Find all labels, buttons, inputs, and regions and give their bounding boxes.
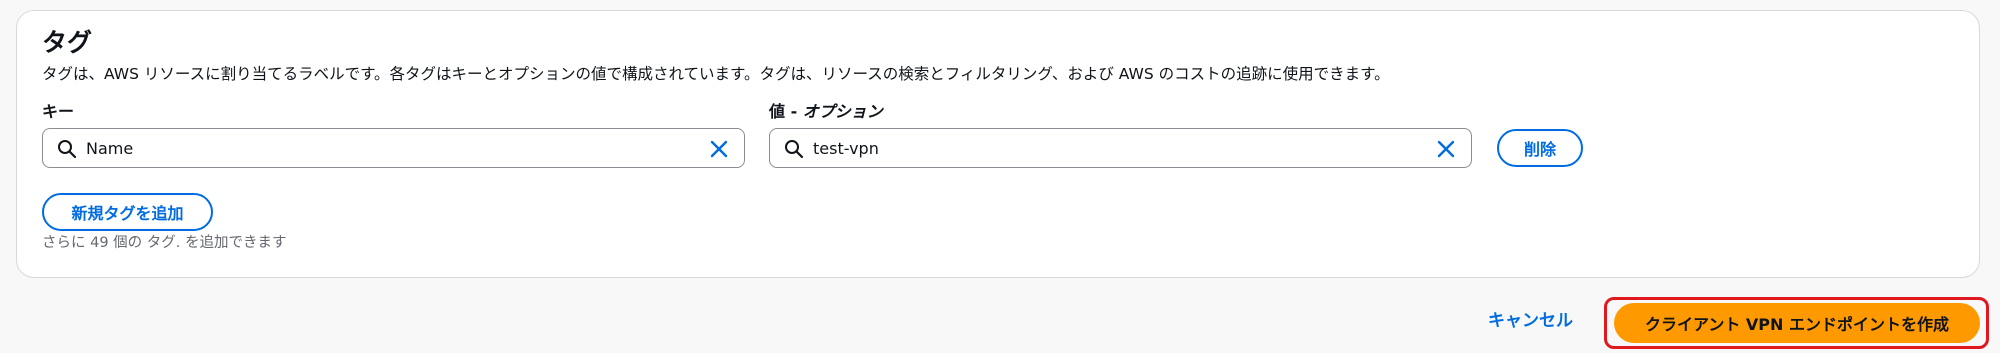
value-label-optional: オプション: [802, 102, 883, 121]
close-icon[interactable]: [1435, 138, 1457, 160]
close-icon[interactable]: [708, 138, 730, 160]
search-icon: [58, 140, 77, 159]
tag-value-value: test-vpn: [813, 139, 879, 158]
cancel-button[interactable]: キャンセル: [1488, 309, 1573, 333]
value-label-prefix: 値 -: [769, 102, 803, 121]
key-label: キー: [42, 102, 75, 121]
create-client-vpn-endpoint-button[interactable]: クライアント VPN エンドポイントを作成: [1614, 303, 1980, 343]
add-tag-button[interactable]: 新規タグを追加: [42, 193, 213, 231]
value-label: 値 - オプション: [769, 101, 883, 123]
tag-key-value: Name: [86, 139, 134, 158]
section-title: タグ: [42, 28, 93, 57]
tag-key-input[interactable]: Name: [42, 128, 745, 168]
tag-value-input[interactable]: test-vpn: [769, 128, 1472, 168]
search-icon: [785, 140, 804, 159]
section-description: タグは、AWS リソースに割り当てるラベルです。各タグはキーとオプションの値で構…: [42, 65, 1390, 83]
remove-tag-button[interactable]: 削除: [1497, 129, 1583, 167]
remaining-tags-hint: さらに 49 個の タグ. を追加できます: [42, 235, 287, 251]
